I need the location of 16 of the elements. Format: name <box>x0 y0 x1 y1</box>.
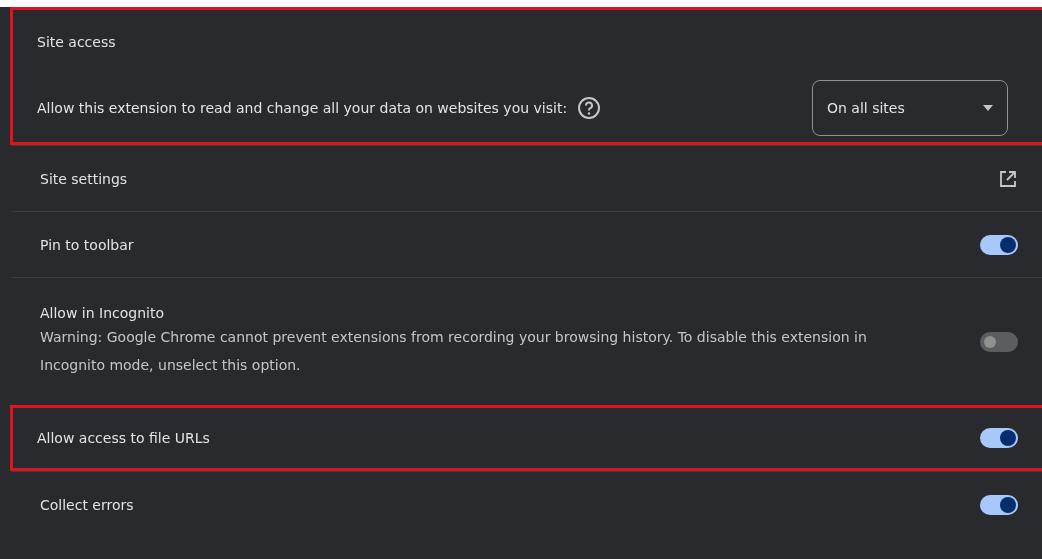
toggle-switch[interactable] <box>980 331 1018 352</box>
setting-label: Site settings <box>40 170 129 187</box>
toggle-switch[interactable] <box>980 494 1018 515</box>
toggle-switch[interactable] <box>980 234 1018 255</box>
setting-label: Allow in Incognito <box>40 304 165 321</box>
site-access-description: Allow this extension to read and change all your data on websites you visit: <box>37 100 568 116</box>
site-access-dropdown[interactable]: On all sites <box>812 80 1008 136</box>
external-link-icon[interactable] <box>998 168 1018 189</box>
setting-description: Warning: Google Chrome cannot prevent extensions from recording your browsing history. To disable this extension in Incognito mode, unselect this option. <box>40 327 868 375</box>
setting-label: Pin to toolbar <box>40 236 135 253</box>
section-title: Site access <box>37 34 117 50</box>
setting-label: Collect errors <box>40 496 135 513</box>
caret-icon <box>983 105 993 111</box>
setting-label: Allow access to file URLs <box>37 430 211 446</box>
toggle-switch[interactable] <box>980 428 1018 448</box>
help-icon[interactable] <box>577 96 602 120</box>
